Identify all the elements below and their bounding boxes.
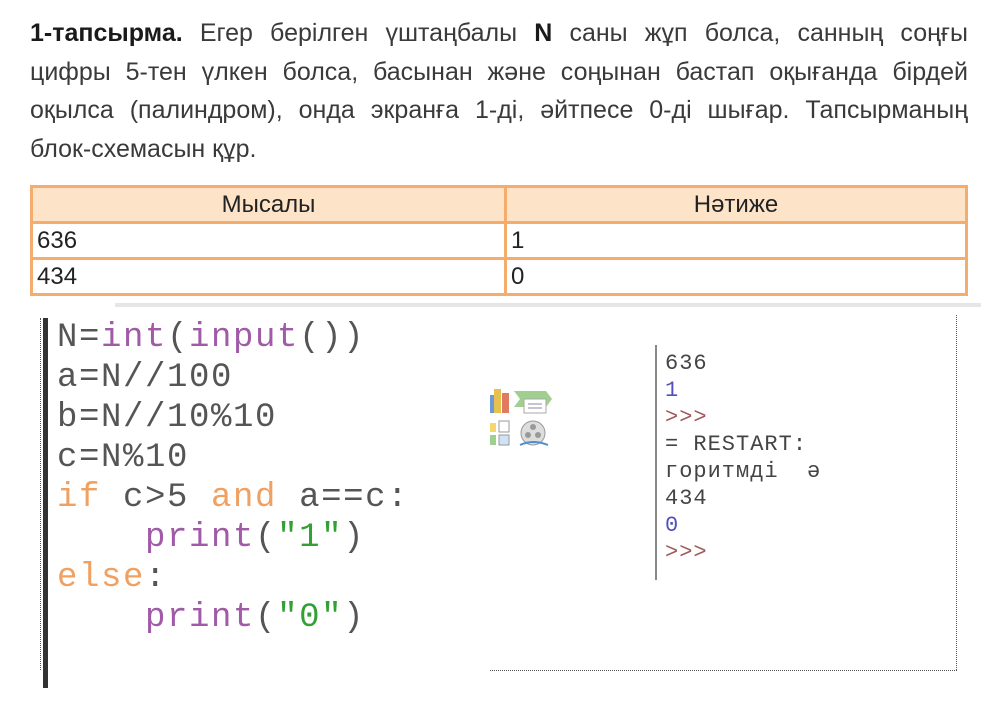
table-row: 636 1	[30, 221, 968, 260]
code-token: a==c:	[277, 479, 410, 517]
code-token: (	[255, 519, 278, 557]
code-token: (	[255, 599, 278, 637]
frame-border	[40, 318, 41, 670]
code-token: )	[343, 599, 366, 637]
output-line: 434	[665, 486, 708, 511]
code-token: if	[57, 479, 102, 517]
task-line-1: 1-тапсырма. Егер берілген үштаңбалы N са…	[30, 19, 968, 47]
header-example: Мысалы	[30, 185, 507, 224]
cell-example: 636	[30, 221, 507, 260]
shell-output: 636 1 >>> = RESTART: горитмді ә 434 0 >>>	[665, 350, 821, 566]
editor-gutter	[43, 318, 48, 688]
code-token: )	[343, 519, 366, 557]
output-line: >>>	[665, 540, 708, 565]
frame-border	[490, 670, 957, 671]
code-line: b=N//10%10	[57, 398, 409, 438]
table-row: 434 0	[30, 257, 968, 296]
code-token: c=N%10	[57, 439, 190, 477]
task-text: 1-тапсырма. Егер берілген үштаңбалы N са…	[30, 14, 968, 168]
code-line: a=N//100	[57, 358, 409, 398]
code-token: b=N//10%10	[57, 399, 278, 437]
output-line: горитмді ә	[665, 459, 822, 484]
picture-icon[interactable]	[490, 420, 510, 446]
examples-table: Мысалы Нәтиже 636 1 434 0	[30, 185, 968, 296]
divider	[115, 303, 981, 307]
code-token: N=	[57, 319, 102, 357]
chart-icon[interactable]	[490, 389, 509, 413]
code-line: if c>5 and a==c:	[57, 478, 409, 518]
code-line: print("1")	[57, 518, 409, 558]
code-token: input	[189, 319, 300, 357]
output-line: 636	[665, 351, 708, 376]
shell-border	[655, 345, 657, 580]
media-icon[interactable]	[519, 420, 549, 446]
code-editor[interactable]: N=int(input()) a=N//100 b=N//10%10 c=N%10 if…	[57, 318, 409, 638]
code-line: print("0")	[57, 598, 409, 638]
task-label: 1-тапсырма.	[30, 19, 183, 47]
output-line: 1	[665, 378, 680, 403]
code-token: c>5	[101, 479, 212, 517]
code-token: "0"	[277, 599, 344, 637]
code-token: print	[145, 599, 256, 637]
code-line: N=int(input())	[57, 318, 409, 358]
output-line: = RESTART:	[665, 432, 808, 457]
code-line: c=N%10	[57, 438, 409, 478]
output-line: 0	[665, 513, 680, 538]
output-line: >>>	[665, 405, 708, 430]
code-token: "1"	[277, 519, 344, 557]
table-header-row: Мысалы Нәтиже	[30, 185, 968, 224]
code-token: a=N//100	[57, 359, 234, 397]
code-token: :	[145, 559, 168, 597]
task-line-3: оқылса (палиндром), онда экранға 1-ді, ә…	[30, 96, 968, 124]
task-line-4: блок-схемасын құр.	[30, 134, 257, 163]
cell-example: 434	[30, 257, 507, 296]
code-token: (	[167, 319, 190, 357]
code-token: else	[57, 559, 146, 597]
smartart-icon[interactable]	[514, 391, 552, 414]
code-token: print	[145, 519, 256, 557]
code-token: and	[211, 479, 278, 517]
cell-result: 0	[504, 257, 968, 296]
cell-result: 1	[504, 221, 968, 260]
code-line: else:	[57, 558, 409, 598]
header-result: Нәтиже	[504, 185, 968, 224]
frame-border	[956, 315, 957, 670]
task-line-2: цифры 5-тен үлкен болса, басынан және со…	[30, 57, 968, 86]
code-token: ())	[299, 319, 366, 357]
slide-placeholder-icons	[488, 385, 554, 456]
code-token: int	[101, 319, 168, 357]
